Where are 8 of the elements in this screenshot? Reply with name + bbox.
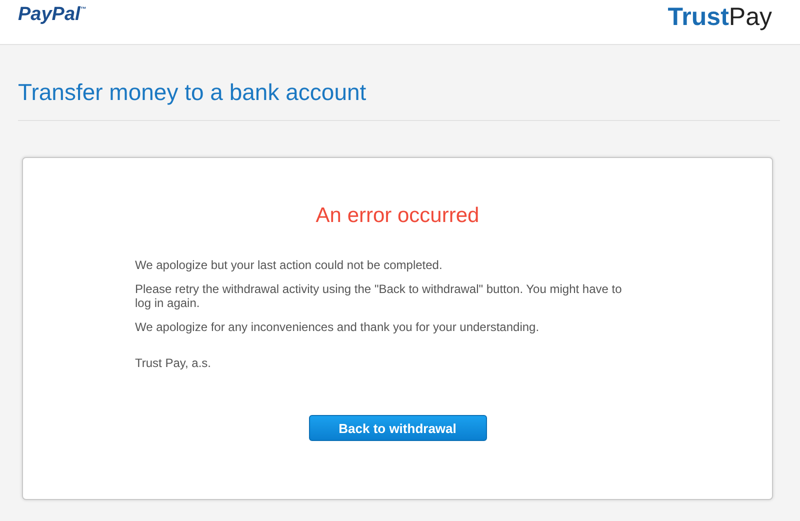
back-button[interactable]: Back to withdrawal (308, 415, 486, 441)
error-heading: An error occurred (314, 204, 480, 228)
message-paragraph: Please retry the withdrawal activity using the "Back to withdrawal" button. You might have to log in again. (135, 282, 623, 310)
message-paragraph: We apologize but your last action could not be completed. (135, 258, 444, 272)
page-title: Transfer money to a bank account (18, 79, 780, 121)
trustpay-logo: TrustPay (668, 3, 772, 32)
signature: Trust Pay, a.s. (135, 356, 212, 370)
message-paragraph: We apologize for any inconveniences and thank you for your understanding. (135, 320, 540, 334)
